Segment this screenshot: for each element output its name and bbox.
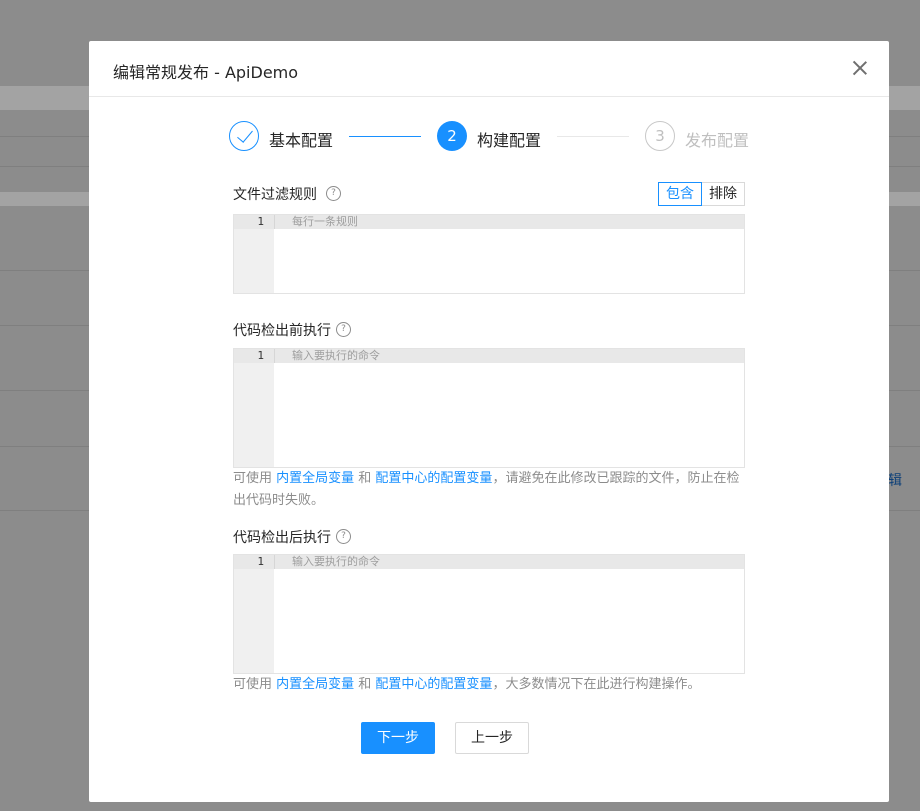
post-checkout-editor[interactable]: 1 输入要执行的命令 (233, 554, 745, 674)
close-icon[interactable] (849, 57, 871, 79)
pre-checkout-editor[interactable]: 1 输入要执行的命令 (233, 348, 745, 468)
editor-gutter (234, 555, 274, 673)
pre-checkout-label: 代码检出前执行 (233, 323, 331, 339)
file-filter-label: 文件过滤规则 (233, 187, 317, 203)
previous-step-button[interactable]: 上一步 (455, 722, 529, 754)
edit-release-modal: 编辑常规发布 - ApiDemo 基本配置 2 构建配置 3 发布配置 文件过滤… (89, 41, 889, 802)
step-3-icon: 3 (645, 121, 675, 151)
builtin-variables-link[interactable]: 内置全局变量 (276, 471, 354, 486)
question-circle-icon[interactable]: ? (336, 529, 351, 544)
help-mid: 和 (354, 677, 376, 692)
step-2-icon: 2 (437, 121, 467, 151)
filter-exclude-toggle[interactable]: 排除 (702, 182, 745, 206)
step-2-title: 构建配置 (477, 131, 542, 150)
gutter-separator (274, 215, 275, 229)
step-connector (349, 136, 421, 137)
gutter-separator (274, 555, 275, 569)
step-connector (557, 136, 629, 137)
line-number: 1 (257, 555, 264, 568)
help-prefix: 可使用 (233, 677, 277, 692)
editor-gutter (234, 349, 274, 467)
line-number: 1 (257, 215, 264, 228)
question-circle-icon[interactable]: ? (326, 186, 341, 201)
editor-placeholder: 每行一条规则 (292, 215, 358, 228)
step-1-check-icon (229, 121, 259, 151)
help-suffix: ，大多数情况下在此进行构建操作。 (492, 677, 701, 692)
editor-placeholder: 输入要执行的命令 (292, 349, 380, 362)
help-prefix: 可使用 (233, 471, 277, 486)
modal-header: 编辑常规发布 - ApiDemo (89, 41, 889, 97)
config-center-variables-link[interactable]: 配置中心的配置变量 (375, 677, 492, 692)
pre-checkout-help: 可使用 内置全局变量 和 配置中心的配置变量，请避免在此修改已跟踪的文件，防止在… (233, 468, 745, 512)
post-checkout-help: 可使用 内置全局变量 和 配置中心的配置变量，大多数情况下在此进行构建操作。 (233, 674, 745, 696)
step-1-title: 基本配置 (269, 131, 334, 150)
help-mid: 和 (354, 471, 376, 486)
filter-include-toggle[interactable]: 包含 (658, 182, 702, 206)
step-3-title: 发布配置 (685, 131, 750, 150)
line-number: 1 (257, 349, 264, 362)
builtin-variables-link[interactable]: 内置全局变量 (276, 677, 354, 692)
question-circle-icon[interactable]: ? (336, 322, 351, 337)
modal-title: 编辑常规发布 - ApiDemo (113, 63, 299, 82)
file-filter-editor[interactable]: 1 每行一条规则 (233, 214, 745, 294)
background-edit-link: 辑 (888, 473, 902, 489)
post-checkout-label: 代码检出后执行 (233, 530, 331, 546)
editor-placeholder: 输入要执行的命令 (292, 555, 380, 568)
gutter-separator (274, 349, 275, 363)
config-center-variables-link[interactable]: 配置中心的配置变量 (375, 471, 492, 486)
next-step-button[interactable]: 下一步 (361, 722, 435, 754)
